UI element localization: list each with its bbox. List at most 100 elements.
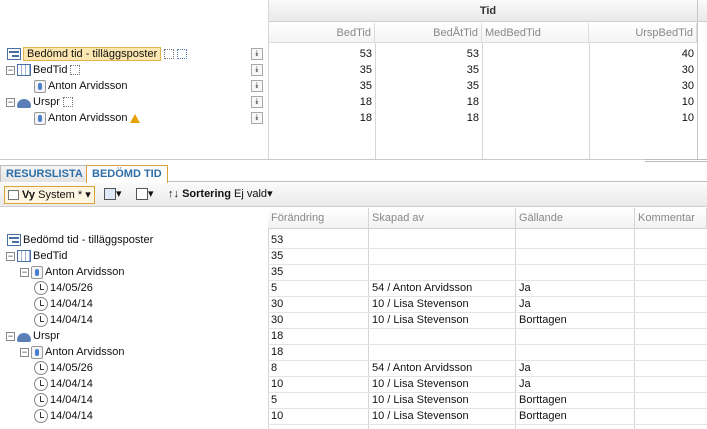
person-icon: [31, 265, 43, 279]
tree-label: Bedömd tid - tilläggsposter: [23, 234, 154, 246]
cell-kommentar: [635, 392, 707, 408]
tree-row-urspr[interactable]: − Urspr: [6, 94, 73, 110]
tree-label: 14/04/14: [50, 314, 93, 326]
tree-row[interactable]: − Anton Arvidsson: [20, 344, 125, 360]
cell-gallande: Ja: [519, 362, 531, 374]
col-header-forandring[interactable]: Förändring: [268, 208, 369, 229]
tree-row[interactable]: 14/04/14: [34, 408, 93, 424]
col-header-bedtid[interactable]: BedTid: [268, 23, 375, 43]
person-icon: [31, 345, 43, 359]
tab-resurslista[interactable]: RESURSLISTA: [0, 165, 89, 182]
tree-row[interactable]: − BedTid: [6, 248, 67, 264]
view-icon: [8, 190, 19, 201]
expand-menu-icon[interactable]: ⯯: [251, 112, 263, 124]
cell-skapad-av: [369, 232, 516, 248]
cell-skapad-av: 10 / Lisa Stevenson: [372, 394, 469, 406]
cell-urspbedtid: 30: [681, 80, 694, 92]
cell-urspbedtid: 10: [681, 112, 694, 124]
cell-bedattid: 18: [466, 96, 479, 108]
cell-forandring: 8: [271, 362, 278, 374]
row-divider: [268, 424, 707, 425]
tree-label: Urspr: [33, 330, 60, 342]
cell-gallande: Borttagen: [519, 314, 567, 326]
cell-skapad-av: 54 / Anton Arvidsson: [372, 282, 473, 294]
expand-menu-icon[interactable]: ⯯: [251, 96, 263, 108]
structure-icon: [7, 234, 21, 247]
cell-skapad-av: [369, 344, 516, 360]
link-icon[interactable]: [164, 49, 175, 60]
cell-forandring: 30: [271, 298, 284, 310]
link-icon[interactable]: [70, 65, 81, 76]
collapse-icon[interactable]: −: [6, 251, 15, 261]
expand-menu-icon[interactable]: ⯯: [251, 64, 263, 76]
col-header-kommentar[interactable]: Kommentar: [635, 208, 707, 229]
tree-row[interactable]: 14/04/14: [34, 376, 93, 392]
expand-menu-icon[interactable]: ⯯: [251, 48, 263, 60]
cell-skapad-av: [369, 328, 516, 344]
col-header-skapad-av[interactable]: Skapad av: [369, 208, 516, 229]
collapse-icon[interactable]: −: [20, 267, 29, 277]
cell-forandring: 18: [271, 330, 284, 342]
col-header-medbedtid[interactable]: MedBedTid: [482, 23, 589, 43]
cell-bedattid: 35: [466, 64, 479, 76]
org-icon: [17, 96, 31, 109]
person-icon: [34, 79, 46, 93]
chevron-down-icon: ▾: [267, 188, 273, 200]
hierarchy-icon[interactable]: [177, 49, 188, 60]
cell-bedtid: 35: [359, 80, 372, 92]
tree-row-bedtid[interactable]: − BedTid: [6, 62, 81, 78]
clock-icon: [34, 281, 48, 296]
cell-kommentar: [635, 232, 707, 248]
cell-skapad-av: 10 / Lisa Stevenson: [372, 314, 469, 326]
tree-row-bedomd-tid[interactable]: Bedömd tid - tilläggsposter: [7, 46, 188, 62]
export-button[interactable]: ▾: [104, 186, 122, 204]
cell-forandring: 10: [271, 410, 284, 422]
group-header-tid: Tid: [268, 0, 707, 22]
cell-skapad-av: 54 / Anton Arvidsson: [372, 362, 473, 374]
tree-row[interactable]: 14/05/26: [34, 360, 93, 376]
tree-label: BedTid: [33, 250, 68, 262]
cell-skapad-av: 10 / Lisa Stevenson: [372, 410, 469, 422]
tree-label: 14/05/26: [50, 282, 93, 294]
collapse-icon[interactable]: −: [6, 331, 15, 341]
collapse-icon[interactable]: −: [20, 347, 29, 357]
tree-row[interactable]: − Urspr: [6, 328, 60, 344]
cell-kommentar: [635, 408, 707, 424]
cell-gallande: Borttagen: [519, 410, 567, 422]
link-icon[interactable]: [62, 97, 73, 108]
tree-row[interactable]: 14/04/14: [34, 312, 93, 328]
tree-label: 14/05/26: [50, 362, 93, 374]
layout-button[interactable]: ▾: [136, 186, 154, 204]
tree-label: 14/04/14: [50, 410, 93, 422]
tree-row[interactable]: − Anton Arvidsson: [20, 264, 125, 280]
chevron-down-icon: ▾: [116, 188, 122, 200]
cell-kommentar: [635, 280, 707, 296]
tree-label: 14/04/14: [50, 298, 93, 310]
cell-bedattid: 35: [466, 80, 479, 92]
cell-urspbedtid: 40: [681, 48, 694, 60]
view-label: Vy: [22, 189, 36, 201]
collapse-icon[interactable]: −: [6, 97, 15, 107]
collapse-icon[interactable]: −: [6, 65, 15, 75]
sort-selector[interactable]: ↑↓ Sortering Ej vald▾: [168, 186, 273, 204]
col-header-gallande[interactable]: Gällande: [516, 208, 635, 229]
expand-menu-icon[interactable]: ⯯: [251, 80, 263, 92]
cell-bedtid: 35: [359, 64, 372, 76]
tree-row-anton-arvidsson[interactable]: Anton Arvidsson: [34, 78, 128, 94]
splitter-handle[interactable]: [645, 159, 707, 162]
top-grid: Tid BedTid BedÅtTid MedBedTid UrspBedTid…: [0, 0, 707, 160]
sort-icon: ↑↓: [168, 188, 179, 200]
view-selector[interactable]: Vy System * ▾: [4, 186, 95, 204]
col-header-urspbedtid[interactable]: UrspBedTid: [589, 23, 697, 43]
clock-icon: [34, 313, 48, 328]
cell-forandring: 5: [271, 282, 278, 294]
tree-row[interactable]: 14/04/14: [34, 392, 93, 408]
col-header-bedattid[interactable]: BedÅtTid: [375, 23, 482, 43]
tree-label: 14/04/14: [50, 394, 93, 406]
tree-row-anton-arvidsson[interactable]: Anton Arvidsson: [34, 110, 140, 126]
tab-bedomd-tid[interactable]: BEDÖMD TID: [86, 165, 168, 183]
tree-row[interactable]: 14/04/14: [34, 296, 93, 312]
tree-row[interactable]: Bedömd tid - tilläggsposter: [7, 232, 153, 248]
cell-gallande: Borttagen: [519, 394, 567, 406]
tree-row[interactable]: 14/05/26: [34, 280, 93, 296]
